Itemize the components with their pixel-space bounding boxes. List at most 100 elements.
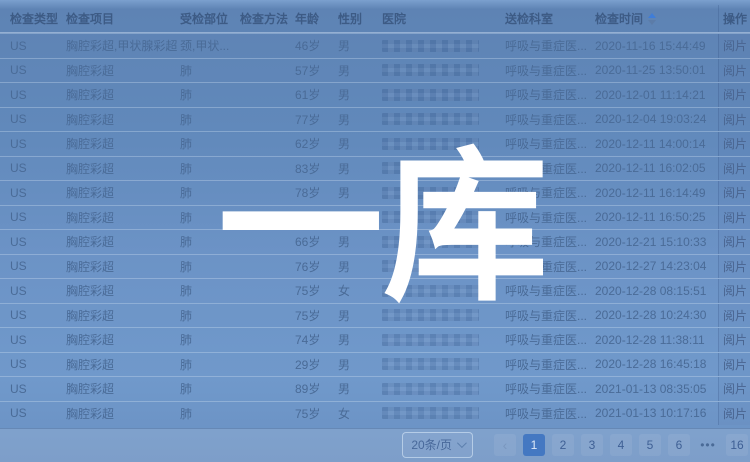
cell-time: 2020-12-11 16:14:49 — [595, 186, 718, 200]
cell-dept: 呼吸与重症医... — [505, 307, 595, 324]
column-header-dept: 送检科室 — [505, 10, 595, 27]
cell-item: 胸腔彩超 — [66, 184, 180, 201]
column-header-label: 检查时间 — [595, 10, 643, 27]
cell-gender: 男 — [338, 184, 382, 201]
page-size-select[interactable]: 20条/页 — [402, 432, 473, 458]
cell-time: 2020-11-25 13:50:01 — [595, 63, 718, 77]
view-images-link[interactable]: 阅片 — [723, 356, 747, 373]
table-row: US胸腔彩超肺76岁男呼吸与重症医...2020-12-27 14:23:04阅… — [0, 254, 750, 279]
cell-item: 胸腔彩超 — [66, 111, 180, 128]
cell-dept: 呼吸与重症医... — [505, 233, 595, 250]
column-header-label: 年龄 — [295, 10, 319, 27]
cell-item: 胸腔彩超 — [66, 356, 180, 373]
hospital-redacted-blur — [382, 383, 479, 395]
cell-age: 77岁 — [295, 111, 338, 128]
table-row: US胸腔彩超肺75岁男呼吸与重症医...2020-12-28 10:24:30阅… — [0, 303, 750, 328]
view-images-link[interactable]: 阅片 — [723, 135, 747, 152]
column-header-hospital: 医院 — [382, 10, 505, 27]
page-button-6[interactable]: 6 — [668, 434, 690, 456]
page-button-4[interactable]: 4 — [610, 434, 632, 456]
view-images-link[interactable]: 阅片 — [723, 258, 747, 275]
cell-hospital — [382, 383, 505, 395]
view-images-link[interactable]: 阅片 — [723, 86, 747, 103]
sort-carets-icon[interactable] — [648, 13, 656, 25]
view-images-link[interactable]: 阅片 — [723, 184, 747, 201]
cell-part: 肺 — [180, 209, 240, 226]
view-images-link[interactable]: 阅片 — [723, 331, 747, 348]
table-row: US胸腔彩超肺89岁男呼吸与重症医...2021-01-13 08:35:05阅… — [0, 376, 750, 401]
column-header-label: 检查项目 — [66, 10, 114, 27]
view-images-link[interactable]: 阅片 — [723, 405, 747, 422]
pagination-bar: 20条/页 ‹ 123456 ••• 16 — [0, 428, 750, 462]
cell-part: 颈,甲状... — [180, 37, 240, 54]
cell-gender: 男 — [338, 356, 382, 373]
page-button-5[interactable]: 5 — [639, 434, 661, 456]
cell-part: 肺 — [180, 135, 240, 152]
column-header-part: 受检部位 — [180, 10, 240, 27]
cell-hospital — [382, 334, 505, 346]
page-button-3[interactable]: 3 — [581, 434, 603, 456]
cell-item: 胸腔彩超 — [66, 405, 180, 422]
last-page-button[interactable]: 16 — [726, 434, 748, 456]
cell-type: US — [0, 308, 66, 322]
cell-age: 61岁 — [295, 86, 338, 103]
cell-type: US — [0, 284, 66, 298]
cell-item: 胸腔彩超 — [66, 233, 180, 250]
view-images-link[interactable]: 阅片 — [723, 380, 747, 397]
cell-item: 胸腔彩超 — [66, 331, 180, 348]
cell-part: 肺 — [180, 356, 240, 373]
column-header-method: 检查方法 — [240, 10, 295, 27]
view-images-link[interactable]: 阅片 — [723, 233, 747, 250]
view-images-link[interactable]: 阅片 — [723, 209, 747, 226]
cell-dept: 呼吸与重症医... — [505, 184, 595, 201]
exam-list-page: 检查类型检查项目受检部位检查方法年龄性别医院送检科室检查时间操作 US胸腔彩超,… — [0, 0, 750, 462]
view-images-link[interactable]: 阅片 — [723, 307, 747, 324]
column-header-gender: 性别 — [338, 10, 382, 27]
prev-page-button[interactable]: ‹ — [494, 434, 516, 456]
column-header-label: 性别 — [338, 10, 362, 27]
cell-hospital — [382, 309, 505, 321]
page-button-2[interactable]: 2 — [552, 434, 574, 456]
pagination-ellipsis[interactable]: ••• — [697, 434, 719, 456]
cell-hospital — [382, 64, 505, 76]
view-images-link[interactable]: 阅片 — [723, 111, 747, 128]
cell-op: 阅片 — [718, 59, 750, 83]
cell-part: 肺 — [180, 62, 240, 79]
page-button-1[interactable]: 1 — [523, 434, 545, 456]
sort-desc-icon — [648, 20, 656, 25]
hospital-redacted-blur — [382, 113, 479, 125]
cell-time: 2020-12-21 15:10:33 — [595, 235, 718, 249]
exam-table: 检查类型检查项目受检部位检查方法年龄性别医院送检科室检查时间操作 US胸腔彩超,… — [0, 5, 750, 425]
view-images-link[interactable]: 阅片 — [723, 282, 747, 299]
column-header-time[interactable]: 检查时间 — [595, 10, 718, 27]
hospital-redacted-blur — [382, 334, 479, 346]
cell-time: 2020-12-28 11:38:11 — [595, 333, 718, 347]
view-images-link[interactable]: 阅片 — [723, 37, 747, 54]
view-images-link[interactable]: 阅片 — [723, 62, 747, 79]
column-header-age: 年龄 — [295, 10, 338, 27]
cell-age: 29岁 — [295, 356, 338, 373]
cell-item: 胸腔彩超,甲状腺彩超 — [66, 37, 180, 54]
cell-dept: 呼吸与重症医... — [505, 282, 595, 299]
column-header-item: 检查项目 — [66, 10, 180, 27]
cell-dept: 呼吸与重症医... — [505, 111, 595, 128]
column-header-op: 操作 — [718, 5, 750, 32]
table-row: US胸腔彩超肺74岁男呼吸与重症医...2020-12-28 11:38:11阅… — [0, 327, 750, 352]
cell-op: 阅片 — [718, 279, 750, 303]
hospital-redacted-blur — [382, 187, 479, 199]
cell-gender: 男 — [338, 111, 382, 128]
cell-item: 胸腔彩超 — [66, 307, 180, 324]
table-row: US胸腔彩超肺75岁女呼吸与重症医...2020-12-28 08:15:51阅… — [0, 278, 750, 303]
cell-type: US — [0, 112, 66, 126]
cell-type: US — [0, 39, 66, 53]
view-images-link[interactable]: 阅片 — [723, 160, 747, 177]
hospital-redacted-blur — [382, 260, 479, 272]
cell-age: 83岁 — [295, 160, 338, 177]
cell-time: 2021-01-13 08:35:05 — [595, 382, 718, 396]
cell-hospital — [382, 138, 505, 150]
table-row: US胸腔彩超肺29岁男呼吸与重症医...2020-12-28 16:45:18阅… — [0, 352, 750, 377]
cell-hospital — [382, 285, 505, 297]
cell-op: 阅片 — [718, 377, 750, 401]
hospital-redacted-blur — [382, 309, 479, 321]
hospital-redacted-blur — [382, 211, 479, 223]
